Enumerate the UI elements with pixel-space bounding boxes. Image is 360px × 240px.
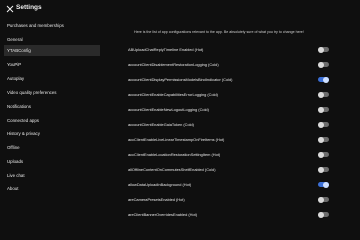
sidebar-item-video-quality[interactable]: Video quality preferences [4,87,100,98]
config-toggle[interactable] [318,76,329,83]
config-row[interactable]: accClientEnableLocationRestorationSettin… [128,149,360,160]
config-row-label: accountClientEnableNewLogoutLogging (Col… [128,107,209,112]
sidebar-item-purchases[interactable]: Purchases and memberships [4,20,100,31]
config-row-label: allowDataUploadInBackground (Hot) [128,182,192,187]
config-row[interactable]: accClientEnableLiveLinearTimestampOnFire… [128,134,360,145]
config-row-label: areClientBannerOverridesEnabled (Hot) [128,212,197,217]
page-title: Settings [16,4,42,11]
toggle-knob [318,91,324,98]
toggle-knob [323,76,329,83]
config-toggle[interactable] [318,46,329,53]
sidebar-item-ytabconfig[interactable]: YTABConfig [4,45,100,56]
config-toggle[interactable] [318,151,329,158]
toggle-knob [318,211,324,218]
config-toggle[interactable] [318,166,329,173]
config-toggle[interactable] [318,211,329,218]
toggle-knob [318,166,324,173]
config-row[interactable]: areCameraPresetsEnabled (Hot) [128,194,360,205]
toggle-knob [318,106,324,113]
sidebar-item-connected-apps[interactable]: Connected apps [4,115,100,126]
toggle-knob [318,136,324,143]
config-row[interactable]: allOfflineContentOnCommutesShelfEnabled … [128,164,360,175]
toggle-knob [318,151,324,158]
config-toggle[interactable] [318,61,329,68]
config-row-label: areCameraPresetsEnabled (Hot) [128,197,185,202]
settings-sidebar: Purchases and memberships General YTABCo… [0,18,100,240]
config-row-label: accountClientEnableGaiaToken (Cold) [128,122,194,127]
sidebar-item-uploads[interactable]: Uploads [4,156,100,167]
config-toggle[interactable] [318,106,329,113]
config-row-label: accountClientDisablementRestorationLoggi… [128,62,219,67]
config-row-label: accClientEnableLocationRestorationSettin… [128,152,221,157]
sidebar-item-about[interactable]: About [4,183,100,194]
config-toggle[interactable] [318,91,329,98]
config-row-label: allOfflineContentOnCommutesShelfEnabled … [128,167,216,172]
config-toggle[interactable] [318,121,329,128]
config-toggle[interactable] [318,136,329,143]
toggle-knob [318,121,324,128]
toggle-knob [318,46,324,53]
config-row-label: ABUploadChatReplyTimeline Enabled (Hot) [128,47,204,52]
config-row-label: accountClientDisplayPermissionsModelsBin… [128,77,233,82]
top-bar: Settings [0,0,360,18]
config-toggle[interactable] [318,181,329,188]
sidebar-item-live-chat[interactable]: Live chat [4,170,100,181]
sidebar-item-offline[interactable]: Offline [4,142,100,153]
config-row[interactable]: accountClientEnableNewLogoutLogging (Col… [128,104,360,115]
config-panel: Here is the list of app configurations r… [100,18,360,240]
config-row-label: accClientEnableLiveLinearTimestampOnFire… [128,137,225,142]
toggle-knob [318,61,324,68]
sidebar-item-history-privacy[interactable]: History & privacy [4,128,100,139]
toggle-knob [318,196,324,203]
close-icon[interactable] [6,5,14,13]
config-row-label: accountClientEnableCapabilitiesErrorLogg… [128,92,218,97]
sidebar-item-notifications[interactable]: Notifications [4,101,100,112]
config-row[interactable]: accountClientDisablementRestorationLoggi… [128,59,360,70]
config-row[interactable]: areClientBannerOverridesEnabled (Hot) [128,209,360,220]
config-row[interactable]: accountClientEnableGaiaToken (Cold) [128,119,360,130]
config-row[interactable]: ABUploadChatReplyTimeline Enabled (Hot) [128,44,360,55]
config-row[interactable]: allowDataUploadInBackground (Hot) [128,179,360,190]
sidebar-item-autoplay[interactable]: Autoplay [4,73,100,84]
config-row[interactable]: accountClientEnableCapabilitiesErrorLogg… [128,89,360,100]
config-row[interactable]: accountClientDisplayPermissionsModelsBin… [128,74,360,85]
config-intro-text: Here is the list of app configurations r… [134,30,304,34]
config-toggle[interactable] [318,196,329,203]
sidebar-item-youpip[interactable]: YouPiP [4,59,100,70]
sidebar-item-general[interactable]: General [4,34,100,45]
toggle-knob [323,181,329,188]
